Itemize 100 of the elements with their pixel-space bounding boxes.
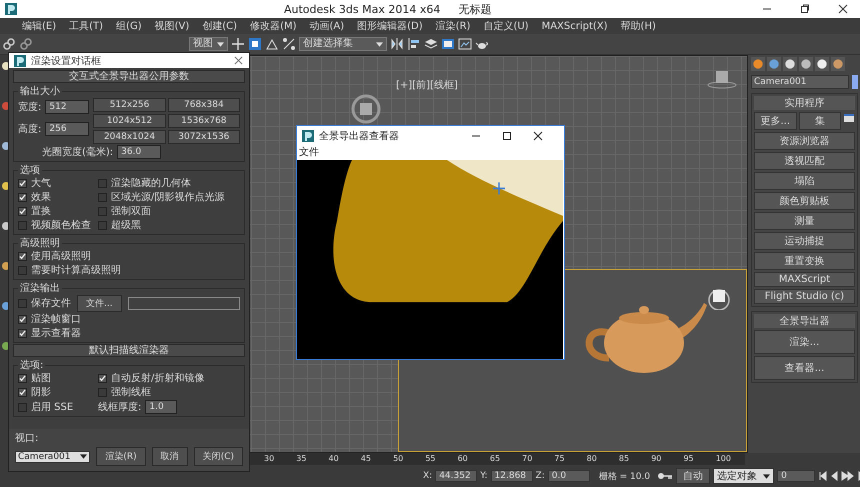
- menu-item[interactable]: 编辑(E): [22, 19, 56, 33]
- checkbox[interactable]: [98, 207, 107, 216]
- key-icon[interactable]: [657, 471, 674, 481]
- utility-button[interactable]: 重置变换: [754, 252, 855, 270]
- timeline-ruler[interactable]: 30 35 40 45 50 55 60 65 70 75 80 85 90 95 100: [250, 453, 745, 465]
- y-coord-field[interactable]: 12.868: [490, 470, 533, 482]
- checkbox[interactable]: [18, 315, 27, 324]
- viewcube-icon[interactable]: [707, 70, 737, 90]
- size-preset-button[interactable]: 3072x1536: [168, 130, 240, 144]
- dialog-button[interactable]: 渲染(R): [96, 447, 146, 466]
- checkbox[interactable]: [98, 179, 107, 188]
- checkbox[interactable]: [98, 193, 107, 202]
- app-logo-icon[interactable]: [4, 2, 18, 16]
- chain-link-icon[interactable]: [2, 37, 16, 51]
- checkbox[interactable]: [18, 388, 27, 397]
- checkbox[interactable]: [18, 402, 27, 412]
- auto-key-button[interactable]: 自动: [676, 468, 710, 484]
- menu-item[interactable]: 组(G): [116, 19, 142, 33]
- checkbox[interactable]: [18, 374, 27, 383]
- utility-button[interactable]: 测量: [754, 212, 855, 230]
- layers-icon[interactable]: [424, 37, 438, 51]
- panel-tab-icon[interactable]: [799, 57, 813, 71]
- menu-item[interactable]: 渲染(R): [436, 19, 470, 33]
- checkbox[interactable]: [18, 252, 27, 261]
- rollout-header[interactable]: 实用程序: [754, 96, 855, 110]
- rollout-header[interactable]: 全景导出器: [754, 314, 855, 328]
- menu-item[interactable]: 帮助(H): [620, 19, 656, 33]
- panel-tab-icon[interactable]: [831, 57, 845, 71]
- playback-controls-drawing[interactable]: [818, 471, 860, 481]
- viewport-dropdown[interactable]: Camera001: [15, 450, 90, 462]
- mirror-icon[interactable]: [390, 37, 404, 51]
- panorama-button[interactable]: 渲染...: [754, 330, 855, 354]
- size-preset-button[interactable]: 768x384: [168, 98, 240, 112]
- dialog-button[interactable]: 关闭(C): [194, 447, 243, 466]
- checkbox[interactable]: [98, 388, 107, 397]
- panorama-button[interactable]: 查看器...: [754, 356, 855, 380]
- move-icon[interactable]: [231, 37, 245, 51]
- checkbox[interactable]: [18, 207, 27, 216]
- sets-button[interactable]: 集: [798, 112, 841, 130]
- panel-tab-icon[interactable]: [751, 57, 765, 71]
- object-color-swatch[interactable]: [852, 75, 858, 89]
- frame-field[interactable]: 0: [777, 470, 816, 482]
- size-preset-button[interactable]: 2048x1024: [93, 130, 166, 144]
- z-coord-field[interactable]: 0.0: [548, 470, 590, 482]
- select-icon[interactable]: [248, 37, 262, 51]
- menu-item[interactable]: 文件: [297, 146, 319, 160]
- render-frame-icon[interactable]: [458, 37, 472, 51]
- checkbox[interactable]: [18, 193, 27, 202]
- viewport-label[interactable]: [+][前][线框]: [396, 78, 458, 92]
- close-icon[interactable]: [533, 131, 543, 141]
- file-button[interactable]: 文件...: [77, 295, 122, 312]
- close-icon[interactable]: [838, 4, 848, 14]
- menu-item[interactable]: 自定义(U): [483, 19, 529, 33]
- size-preset-button[interactable]: 512x256: [93, 98, 166, 112]
- panel-tab-icon[interactable]: [767, 57, 781, 71]
- rollout-header[interactable]: 默认扫描线渲染器: [13, 344, 245, 357]
- file-path-field[interactable]: [128, 297, 240, 310]
- checkbox[interactable]: [18, 299, 27, 308]
- utility-button[interactable]: 颜色剪贴板: [754, 192, 855, 210]
- utility-button[interactable]: 运动捕捉: [754, 232, 855, 250]
- more-button[interactable]: 更多...: [754, 112, 796, 130]
- utility-button[interactable]: Flight Studio (c): [754, 289, 855, 304]
- width-field[interactable]: 512: [45, 100, 90, 114]
- menu-item[interactable]: 工具(T): [69, 19, 104, 33]
- menu-item[interactable]: 创建(C): [202, 19, 238, 33]
- snap-icon[interactable]: [265, 37, 279, 51]
- checkbox[interactable]: [18, 266, 27, 275]
- configure-icon[interactable]: [843, 112, 855, 124]
- viewcube-icon[interactable]: [351, 94, 381, 124]
- menu-item[interactable]: 修改器(M): [250, 19, 296, 33]
- key-filter-dropdown[interactable]: 选定对象: [713, 468, 774, 484]
- percent-snap-icon[interactable]: [282, 37, 296, 51]
- size-preset-button[interactable]: 1024x512: [93, 114, 166, 128]
- panel-tab-icon[interactable]: [783, 57, 797, 71]
- menu-item[interactable]: 图形编辑器(D): [357, 19, 423, 33]
- checkbox[interactable]: [18, 179, 27, 188]
- checkbox[interactable]: [98, 221, 107, 230]
- restore-icon[interactable]: [800, 4, 810, 14]
- utility-button[interactable]: MAXScript: [754, 272, 855, 287]
- object-name-field[interactable]: Camera001: [751, 75, 849, 89]
- utility-button[interactable]: 透视匹配: [754, 152, 855, 170]
- checkbox[interactable]: [18, 221, 27, 230]
- checkbox[interactable]: [98, 374, 107, 383]
- aperture-field[interactable]: 36.0: [117, 145, 162, 159]
- selection-set-dropdown[interactable]: 创建选择集: [299, 37, 387, 51]
- x-coord-field[interactable]: 44.352: [435, 470, 478, 482]
- rollout-header[interactable]: 交互式全景导出器公用参数: [13, 70, 245, 83]
- menu-item[interactable]: 动画(A): [310, 19, 344, 33]
- maximize-icon[interactable]: [502, 131, 512, 141]
- align-icon[interactable]: [407, 37, 421, 51]
- utility-button[interactable]: 资源浏览器: [754, 132, 855, 150]
- checkbox[interactable]: [18, 329, 27, 338]
- size-preset-button[interactable]: 1536x768: [168, 114, 240, 128]
- view-dropdown[interactable]: 视图: [189, 37, 228, 51]
- dialog-button[interactable]: 取消: [152, 447, 188, 466]
- height-field[interactable]: 256: [45, 122, 90, 136]
- panel-tab-icon[interactable]: [815, 57, 829, 71]
- menu-item[interactable]: 视图(V): [154, 19, 190, 33]
- render-setup-icon[interactable]: [441, 37, 455, 51]
- wire-thickness-field[interactable]: 1.0: [145, 400, 178, 414]
